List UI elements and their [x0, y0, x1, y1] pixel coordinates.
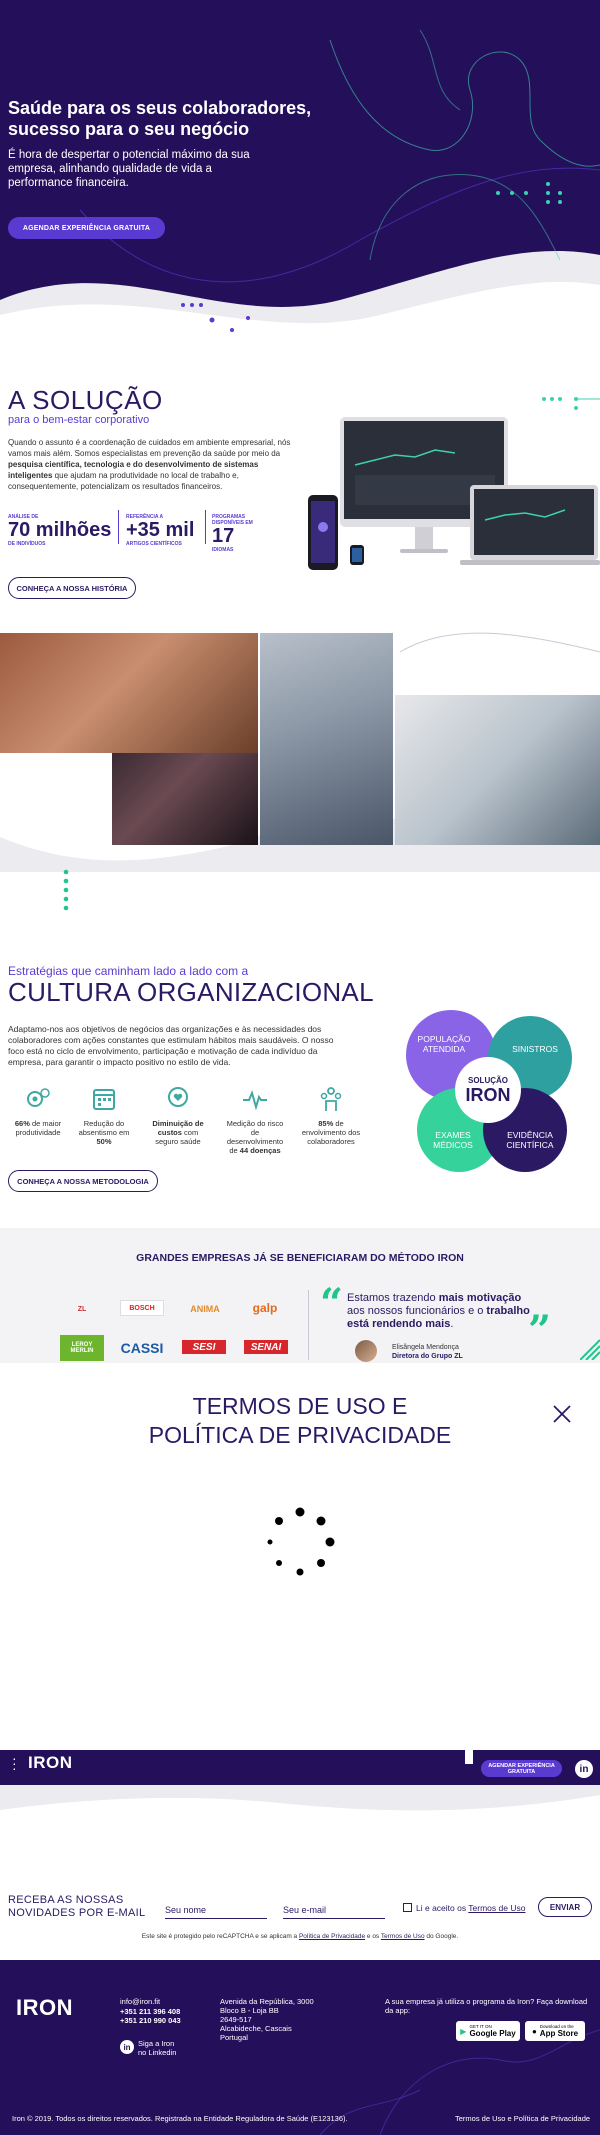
testimonial-role: Diretora do Grupo ZL [392, 1353, 463, 1360]
loading-spinner-icon [267, 1507, 335, 1576]
clients-title: GRANDES EMPRESAS JÁ SE BENEFICIARAM DO M… [136, 1252, 464, 1264]
footer-illustration [319, 2029, 600, 2135]
photo-presentation [260, 633, 393, 845]
section-title-solucao: A SOLUÇÃO [8, 385, 163, 415]
feature-doencas: Medição do risco de desenvolvimento de 4… [222, 1085, 288, 1155]
testimonial-quote: Estamos trazendo mais motivação aos noss… [347, 1292, 530, 1330]
footer [0, 1960, 600, 2135]
logo-bosch: BOSCH [120, 1300, 164, 1316]
calendar-icon [93, 1089, 115, 1110]
copyright: Iron © 2019. Todos os direitos reservado… [12, 2114, 348, 2123]
newsletter-title: RECEBA AS NOSSAS NOVIDADES POR E-MAIL [8, 1894, 146, 1919]
wave-divider [0, 1785, 600, 1811]
bubble-solucao-iron: SOLUÇÃO IRON [455, 1057, 521, 1123]
send-button[interactable]: ENVIAR [538, 1897, 592, 1917]
our-history-button[interactable]: CONHEÇA A NOSSA HISTÓRIA [8, 577, 136, 599]
app-store-button[interactable]: ● Download on the App Store [525, 2021, 585, 2041]
nav-schedule-button[interactable]: AGENDAR EXPERIÊNCIA GRATUITA [481, 1760, 562, 1777]
feature-produtividade: 66% de maior produtividade [8, 1085, 68, 1137]
footer-linkedin-icon[interactable]: in [120, 2040, 134, 2054]
footer-address: Avenida da República, 3000 Bloco B - Loj… [220, 1997, 314, 2042]
decorative-stripes [580, 1339, 600, 1360]
logo-sesi: SESI [182, 1340, 226, 1354]
modal-title: TERMOS DE USO E POLÍTICA DE PRIVACIDADE [148, 1393, 452, 1448]
logo-leroy-merlin: LEROY MERLIN [60, 1335, 104, 1361]
logo-cassi: CASSI [120, 1340, 164, 1356]
divider [308, 1290, 309, 1360]
logo-galp: galp [252, 1301, 278, 1315]
google-play-icon: ▶ [460, 2026, 467, 2036]
testimonial-author: Elisângela Mendonça [392, 1344, 459, 1351]
accept-terms-label: Li e aceito os Termos de Uso [416, 1903, 526, 1913]
footer-app-text: A sua empresa já utiliza o programa da I… [385, 1997, 588, 2015]
logo-zl: ZL [77, 1305, 87, 1313]
cultura-pretitle: Estratégias que caminham lado a lado com… [8, 964, 249, 978]
terms-link[interactable]: Termos de Uso [468, 1903, 525, 1913]
stat-individuos: ANÁLISE DE 70 milhões DE INDIVÍDUOS [8, 514, 112, 547]
close-icon[interactable] [552, 1404, 572, 1424]
schedule-experience-button[interactable]: AGENDAR EXPERIÊNCIA GRATUITA [8, 217, 165, 239]
decorative-dots [63, 869, 69, 911]
decorative-dots [542, 397, 600, 410]
stat-artigos: REFERÊNCIA A +35 mil ARTIGOS CIENTÍFICOS [126, 514, 195, 547]
terms-of-use-link[interactable]: Termos de Uso [381, 1933, 425, 1940]
cultura-paragraph: Adaptamo-nos aos objetivos de negócios d… [8, 1024, 334, 1067]
iron-logo[interactable]: IRON [28, 1753, 73, 1773]
feature-envolvimento: 85% de envolvimento dos colaboradores [298, 1085, 364, 1146]
hero-title: Saúde para os seus colaboradores, sucess… [8, 98, 312, 139]
email-input[interactable]: Seu e-mail [283, 1905, 385, 1919]
logo-anima: ANIMA [190, 1304, 220, 1314]
logo-senai: SENAI [244, 1340, 288, 1354]
linkedin-icon[interactable]: in [575, 1760, 593, 1778]
quote-open-icon: “ [320, 1280, 344, 1327]
section-subtitle-solucao: para o bem-estar corporativo [8, 414, 150, 426]
feature-absentismo: Redução do absentismo em 50% [74, 1085, 134, 1146]
heartbeat-icon [243, 1090, 267, 1111]
devices-image [308, 417, 600, 570]
footer-phone-1[interactable]: +351 211 396 408 [120, 2007, 180, 2016]
photo-team-smiling [0, 633, 258, 753]
gears-icon [27, 1088, 50, 1107]
avatar [355, 1340, 377, 1362]
nav-scroll-marker [465, 1750, 473, 1764]
footer-terms-link[interactable]: Termos de Uso e Política de Privacidade [455, 2114, 590, 2123]
footer-phone-2[interactable]: +351 210 990 043 [120, 2016, 181, 2025]
section-title-cultura: CULTURA ORGANIZACIONAL [8, 977, 374, 1007]
footer-iron-logo[interactable]: IRON [16, 1995, 73, 2021]
photo-medical-team [395, 695, 600, 845]
accept-terms-checkbox[interactable] [403, 1903, 412, 1912]
feature-custos: Diminuição de custos com seguro saúde [148, 1085, 208, 1146]
privacy-policy-link[interactable]: Política de Privacidade [299, 1933, 365, 1940]
people-icon [320, 1087, 342, 1111]
quote-close-icon: ” [528, 1307, 552, 1354]
name-input[interactable]: Seu nome [165, 1905, 267, 1919]
heart-hand-icon [168, 1087, 188, 1107]
photo-phone-app [112, 753, 258, 845]
apple-icon: ● [531, 2026, 537, 2036]
our-methodology-button[interactable]: CONHEÇA A NOSSA METODOLOGIA [8, 1170, 158, 1192]
divider [205, 510, 206, 544]
menu-icon[interactable]: · · · [12, 1751, 17, 1775]
google-play-button[interactable]: ▶ GET IT ON Google Play [456, 2021, 520, 2041]
divider [118, 510, 119, 544]
footer-email[interactable]: info@iron.fit [120, 1997, 160, 2006]
solucao-paragraph: Quando o assunto é a coordenação de cuid… [8, 438, 291, 491]
footer-linkedin-label[interactable]: Siga a Iron no Linkedin [138, 2039, 176, 2057]
stat-idiomas: PROGRAMAS DISPONÍVEIS EM 17 IDIOMAS [212, 514, 253, 553]
hero-section: Saúde para os seus colaboradores, sucess… [0, 0, 600, 345]
hero-subtitle: É hora de despertar o potencial máximo d… [8, 149, 250, 189]
recaptcha-notice: Este site é protegido pelo reCAPTCHA e s… [141, 1933, 459, 1940]
